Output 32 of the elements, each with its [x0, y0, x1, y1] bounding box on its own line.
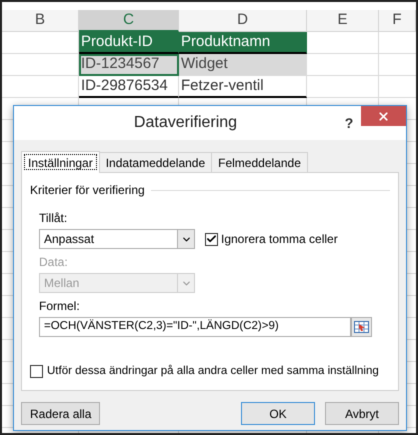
table-cell: Fetzer-ventil — [179, 76, 307, 98]
dialog-button[interactable]: OK — [241, 402, 315, 425]
range-picker-icon — [354, 321, 369, 333]
column-header[interactable]: B — [2, 10, 79, 32]
field-label: Formel: — [39, 298, 81, 315]
table-cell: Widget — [179, 54, 307, 76]
checkbox[interactable] — [30, 364, 43, 378]
table-cell: ID-1234567 — [79, 54, 179, 76]
dialog-button[interactable]: Avbryt — [325, 402, 399, 425]
column-header[interactable]: C — [79, 10, 179, 32]
formula-field[interactable]: =OCH(VÄNSTER(C2,3)="ID-",LÄNGD(C2)>9) — [39, 317, 351, 337]
check-icon — [206, 233, 217, 245]
column-header[interactable]: F — [379, 10, 416, 32]
checkbox[interactable] — [205, 232, 218, 246]
column-header[interactable]: E — [307, 10, 379, 32]
section-heading: Kriterier för verifiering — [30, 182, 145, 199]
range-picker-button[interactable] — [351, 317, 372, 337]
checkbox-label[interactable]: Utför dessa ändringar på alla andra celler med samma inställning — [47, 362, 379, 380]
dialog-button[interactable]: Radera alla — [21, 402, 100, 425]
header-cell: Produkt-ID — [79, 32, 179, 54]
field-label: Tillåt: — [39, 210, 68, 227]
tab[interactable]: Felmeddelande — [211, 152, 308, 172]
header-cell: Produktnamn — [179, 32, 307, 54]
field-label: Data: — [39, 254, 69, 271]
dropdown[interactable]: Anpassat — [39, 229, 195, 249]
window-title: Dataverifiering — [132, 113, 238, 133]
close-button[interactable] — [361, 106, 406, 126]
checkbox-label[interactable]: Ignorera tomma celler — [221, 230, 338, 248]
help-button[interactable]: ? — [337, 112, 361, 134]
close-icon — [377, 110, 390, 122]
column-header[interactable]: D — [179, 10, 307, 32]
tab[interactable]: Inställningar — [21, 151, 100, 173]
